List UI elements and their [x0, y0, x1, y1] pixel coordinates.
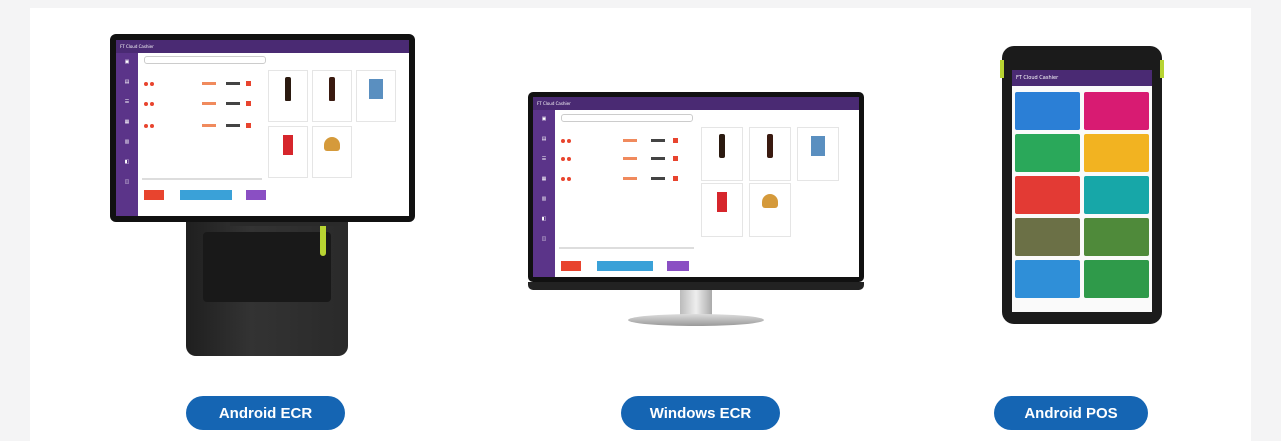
ecr-sidebar: ▣ ▤ ☰ ▦ ▥ ◧ ◫ — [116, 53, 138, 216]
ecr-product-5 — [312, 126, 352, 178]
handheld-topbar: FT Cloud Cashier — [1012, 70, 1152, 86]
monitor-neck — [680, 290, 712, 316]
monitor-pay-button — [667, 261, 689, 271]
ecr-hold-button — [180, 190, 232, 200]
ecr-order-list — [142, 66, 262, 166]
monitor-total-row — [559, 247, 694, 249]
monitor-clear-button — [561, 261, 581, 271]
ecr-search — [144, 56, 266, 64]
monitor-product-4 — [701, 183, 743, 237]
android-ecr-label: Android ECR — [186, 396, 345, 430]
tile-6 — [1084, 176, 1149, 214]
monitor-chin — [528, 282, 864, 290]
ecr-pay-button — [246, 190, 266, 200]
monitor-product-2 — [749, 127, 791, 181]
monitor-product-1 — [701, 127, 743, 181]
tile-7 — [1015, 218, 1080, 256]
monitor-search — [561, 114, 693, 122]
tile-5 — [1015, 176, 1080, 214]
windows-ecr-label: Windows ECR — [621, 396, 780, 430]
monitor-order-list — [559, 125, 694, 225]
ecr-clear-button — [144, 190, 164, 200]
ecr-topbar: FT Cloud Cashier — [116, 40, 409, 53]
ecr-product-3 — [356, 70, 396, 122]
monitor-product-5 — [749, 183, 791, 237]
ecr-product-1 — [268, 70, 308, 122]
ecr-total-row — [142, 178, 262, 180]
tile-2 — [1084, 92, 1149, 130]
tile-1 — [1015, 92, 1080, 130]
monitor-sidebar: ▣ ▤ ☰ ▦ ▥ ◧ ◫ — [533, 110, 555, 277]
handheld-screen: FT Cloud Cashier — [1012, 70, 1152, 312]
monitor-product-3 — [797, 127, 839, 181]
monitor-foot — [628, 314, 764, 326]
tile-4 — [1084, 134, 1149, 172]
tile-8 — [1084, 218, 1149, 256]
handheld-accent-left — [1000, 60, 1004, 78]
tile-10 — [1084, 260, 1149, 298]
ecr-screen: FT Cloud Cashier ▣ ▤ ☰ ▦ ▥ ◧ ◫ — [116, 40, 409, 216]
handheld-accent-right — [1160, 60, 1164, 78]
tile-9 — [1015, 260, 1080, 298]
monitor-hold-button — [597, 261, 653, 271]
monitor-screen: FT Cloud Cashier ▣ ▤ ☰ ▦ ▥ ◧ ◫ — [533, 97, 859, 277]
ecr-product-4 — [268, 126, 308, 178]
ecr-stand-recess — [203, 232, 331, 302]
ecr-product-2 — [312, 70, 352, 122]
android-pos-label: Android POS — [994, 396, 1148, 430]
tile-3 — [1015, 134, 1080, 172]
monitor-topbar: FT Cloud Cashier — [533, 97, 859, 110]
